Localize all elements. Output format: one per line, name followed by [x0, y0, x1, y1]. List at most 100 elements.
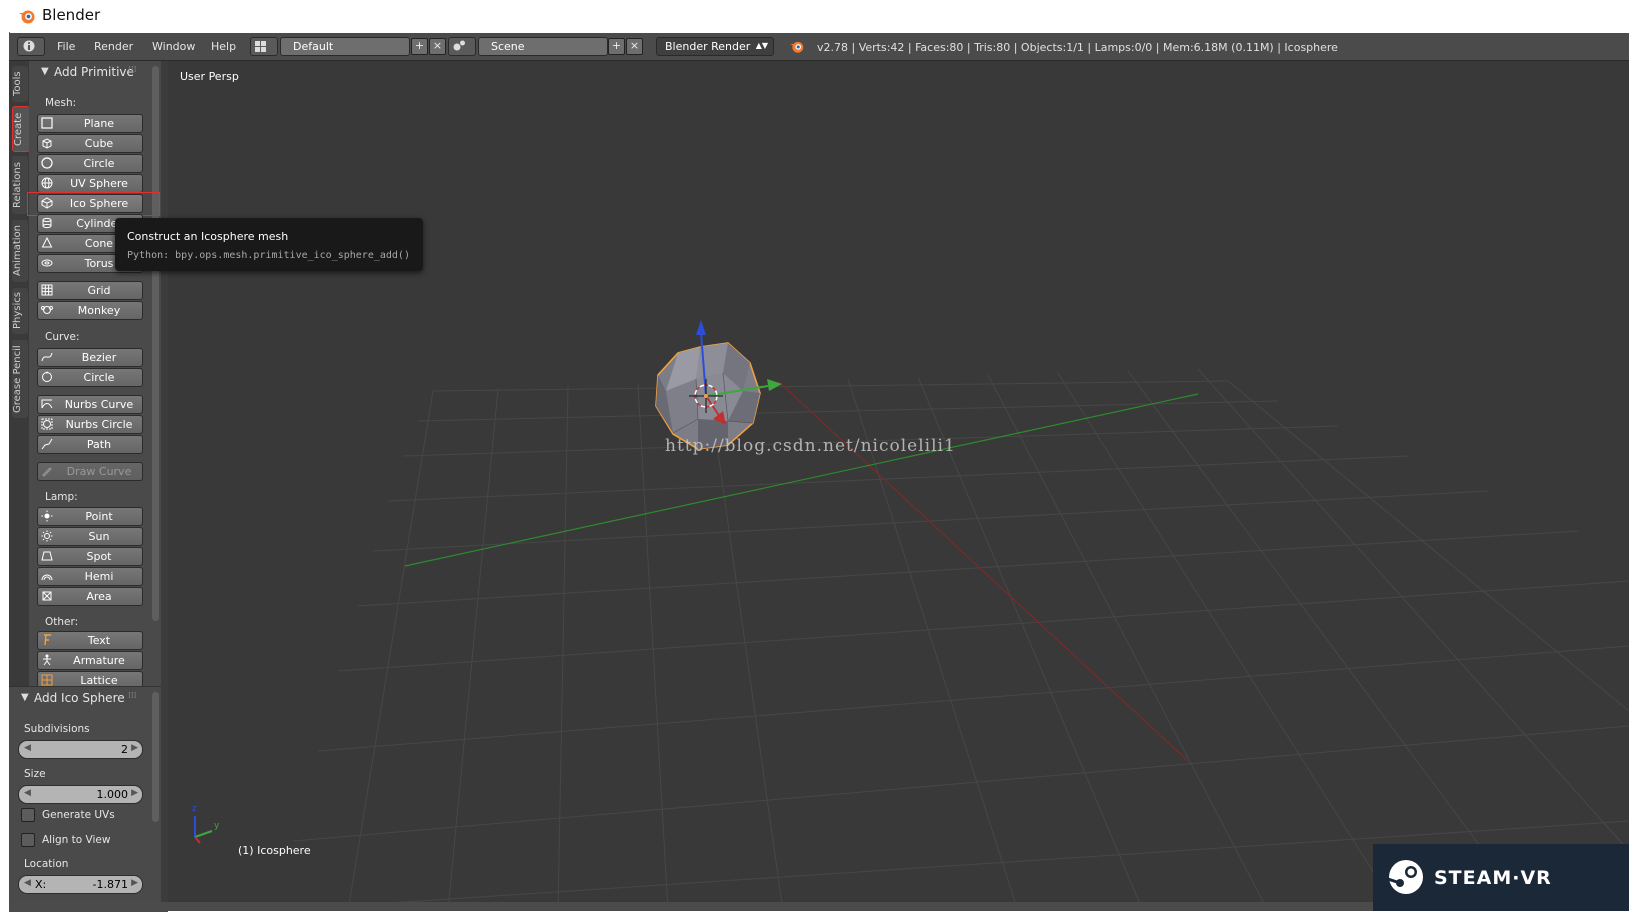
decrement-arrow-icon[interactable]: ◀: [24, 743, 31, 753]
uv-sphere-button[interactable]: UV Sphere: [37, 174, 143, 193]
align-to-view-checkbox[interactable]: [21, 833, 35, 847]
menu-window[interactable]: Window: [152, 40, 195, 53]
blender-small-logo-icon: [790, 41, 804, 53]
armature-button[interactable]: Armature: [37, 651, 143, 670]
add-scene-icon[interactable]: +: [608, 38, 625, 55]
hemi-lamp-button[interactable]: Hemi: [37, 567, 143, 586]
generate-uvs-checkbox[interactable]: [21, 808, 35, 822]
nurbs-circle-button[interactable]: Nurbs Circle: [37, 415, 143, 434]
size-value: 1.000: [96, 788, 129, 801]
tooltip-title: Construct an Icosphere mesh: [127, 230, 289, 243]
scene-field[interactable]: Scene: [478, 37, 608, 56]
menu-help[interactable]: Help: [211, 40, 236, 53]
tab-tools[interactable]: Tools: [12, 66, 28, 102]
redo-panel-scrollbar[interactable]: [152, 692, 159, 822]
layout-field[interactable]: Default: [280, 37, 410, 56]
x-decrement-icon[interactable]: ◀: [24, 878, 31, 888]
add-layout-icon[interactable]: +: [411, 38, 428, 55]
tab-create[interactable]: Create: [12, 106, 30, 152]
y-arrow-icon[interactable]: [767, 379, 782, 391]
circle-curve-button[interactable]: Circle: [37, 368, 143, 387]
monkey-label: Monkey: [77, 304, 121, 317]
close-scene-icon[interactable]: ×: [626, 38, 643, 55]
drag-grip-icon[interactable]: ⁞⁞⁞: [128, 65, 137, 75]
point-lamp-button[interactable]: Point: [37, 507, 143, 526]
steamvr-overlay: STEAM·VR: [1373, 844, 1629, 911]
size-field[interactable]: ◀ 1.000 ▶: [18, 785, 143, 804]
increment-arrow-icon[interactable]: ▶: [131, 743, 138, 753]
monkey-button[interactable]: Monkey: [37, 301, 143, 320]
path-icon: [41, 438, 53, 450]
bezier-icon: [41, 352, 53, 362]
info-icon: [23, 40, 35, 52]
redo-drag-grip-icon[interactable]: ⁞⁞⁞: [128, 691, 137, 701]
cube-button[interactable]: Cube: [37, 134, 143, 153]
pencil-icon: [42, 467, 52, 477]
size-increment-icon[interactable]: ▶: [131, 788, 138, 798]
point-lamp-icon: [41, 510, 53, 522]
window-title: Blender: [42, 6, 101, 24]
size-decrement-icon[interactable]: ◀: [24, 788, 31, 798]
subdivisions-label: Subdivisions: [24, 723, 90, 735]
x-increment-icon[interactable]: ▶: [131, 878, 138, 888]
active-object-label: (1) Icosphere: [238, 844, 311, 857]
menu-file[interactable]: File: [57, 40, 75, 53]
draw-curve-button[interactable]: Draw Curve: [37, 462, 143, 481]
tab-animation[interactable]: Animation: [12, 220, 28, 282]
spot-lamp-icon: [41, 551, 53, 561]
z-arrow-icon[interactable]: [696, 320, 706, 335]
bezier-button[interactable]: Bezier: [37, 348, 143, 367]
nurbs-circle-icon: [41, 418, 53, 430]
tool-panel-scrollbar[interactable]: [152, 66, 159, 621]
layout-selector-button[interactable]: [250, 37, 278, 56]
area-lamp-button[interactable]: Area: [37, 587, 143, 606]
subdivisions-field[interactable]: ◀ 2 ▶: [18, 740, 143, 759]
editor-type-button[interactable]: [17, 37, 45, 56]
area-lamp-label: Area: [86, 590, 112, 603]
blender-logo-icon: [19, 10, 35, 24]
point-lamp-label: Point: [85, 510, 113, 523]
circle-mesh-label: Circle: [83, 157, 115, 170]
tab-relations-label: Relations: [12, 162, 23, 208]
add-ico-sphere-title[interactable]: Add Ico Sphere: [34, 691, 125, 705]
collapse-triangle-icon[interactable]: ▼: [41, 66, 49, 77]
menu-render[interactable]: Render: [94, 40, 133, 53]
plane-icon: [41, 117, 53, 129]
tab-relations[interactable]: Relations: [12, 156, 28, 214]
watermark-text: http://blog.csdn.net/nicolelili1: [665, 436, 956, 456]
text-button[interactable]: Text: [37, 631, 143, 650]
scene-selector-button[interactable]: [448, 37, 476, 56]
close-layout-icon[interactable]: ×: [429, 38, 446, 55]
subdivisions-value: 2: [121, 743, 128, 756]
scene-stats: v2.78 | Verts:42 | Faces:80 | Tris:80 | …: [817, 41, 1338, 54]
hemi-lamp-label: Hemi: [84, 570, 114, 583]
grid-floor: [194, 320, 1629, 911]
other-label: Other:: [45, 616, 79, 628]
circle-mesh-button[interactable]: Circle: [37, 154, 143, 173]
scene-name: Scene: [491, 40, 525, 53]
nurbs-curve-button[interactable]: Nurbs Curve: [37, 395, 143, 414]
tab-grease-pencil[interactable]: Grease Pencil: [12, 340, 28, 418]
grid-icon: [41, 284, 53, 296]
sun-lamp-button[interactable]: Sun: [37, 527, 143, 546]
tab-physics[interactable]: Physics: [12, 288, 28, 334]
tooltip-python: Python: bpy.ops.mesh.primitive_ico_spher…: [127, 250, 410, 261]
spot-lamp-button[interactable]: Spot: [37, 547, 143, 566]
steam-logo-icon: [1388, 860, 1423, 894]
location-x-field[interactable]: ◀ X: -1.871 ▶: [18, 875, 143, 894]
tab-grease-pencil-label: Grease Pencil: [12, 345, 23, 413]
torus-icon: [41, 259, 53, 267]
add-primitive-title[interactable]: Add Primitive: [54, 65, 134, 79]
path-button[interactable]: Path: [37, 435, 143, 454]
grid-button[interactable]: Grid: [37, 281, 143, 300]
grid-label: Grid: [87, 284, 111, 297]
plane-button[interactable]: Plane: [37, 114, 143, 133]
redo-collapse-icon[interactable]: ▼: [21, 692, 29, 703]
plane-label: Plane: [83, 117, 115, 130]
render-engine-dropdown[interactable]: Blender Render ▲▼: [656, 37, 774, 56]
3d-viewport[interactable]: User Persp y z (1) Icosphere http://blog…: [168, 61, 1629, 911]
layout-name: Default: [293, 40, 334, 53]
text-label: Text: [87, 634, 111, 647]
mini-axis-icon: [194, 816, 213, 844]
region-separator[interactable]: [161, 61, 168, 911]
